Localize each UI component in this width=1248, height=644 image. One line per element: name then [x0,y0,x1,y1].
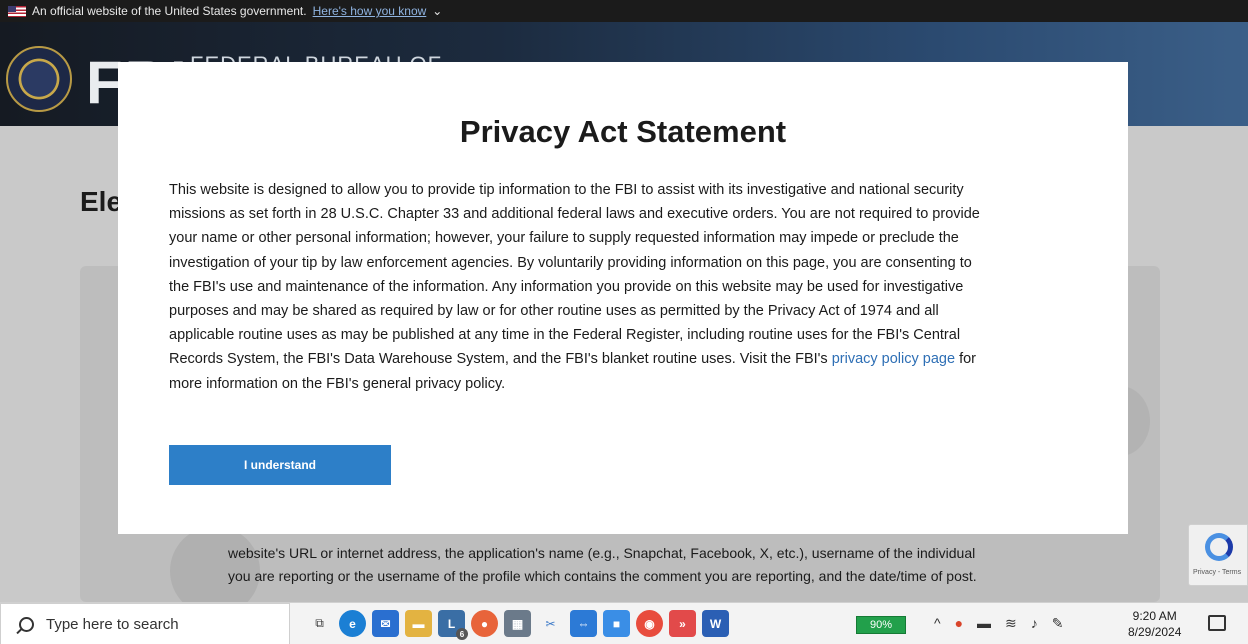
heres-how-you-know-link[interactable]: Here's how you know [313,4,427,18]
statement-line: missions as set forth in 28 U.S.C. Chapt… [169,206,980,223]
statement-line: applicable routine uses as may be publis… [169,327,961,344]
app-red-icon[interactable]: » [669,610,696,637]
task-view-icon[interactable]: ⧉ [306,610,333,637]
fbi-seal-icon[interactable] [6,46,72,112]
tray-app-icon[interactable]: ● [955,615,963,632]
instruction-line: you are reporting or the username of the… [228,568,977,584]
i-understand-button[interactable]: I understand [169,445,391,485]
recaptcha-badge[interactable]: Privacy - Terms [1188,524,1248,586]
modal-title: Privacy Act Statement [459,114,787,149]
statement-line: Records System, the FBI's Data Warehouse… [169,347,1079,371]
us-flag-icon [8,5,26,17]
pen-icon[interactable]: ✎ [1052,615,1064,632]
app-orange-icon[interactable]: ● [471,610,498,637]
page-title: Ele [80,186,123,217]
gov-banner-text: An official website of the United States… [32,4,307,18]
chrome-icon[interactable]: ◉ [636,610,663,637]
windows-taskbar: Type here to search ⧉ e ✉ ▬ L6 ● ▦ ✂ ⇔ ■… [0,602,1248,644]
clock[interactable]: 9:20 AM 8/29/2024 [1128,608,1181,640]
recaptcha-links[interactable]: Privacy - Terms [1193,569,1241,576]
instruction-line: website's URL or internet address, the a… [228,545,976,561]
remote-desktop-icon[interactable]: ⇔ [570,610,597,637]
search-placeholder: Type here to search [46,615,179,633]
recaptcha-icon [1205,533,1233,561]
app-l-icon[interactable]: L6 [438,610,468,640]
snipping-tool-icon[interactable]: ✂ [537,610,564,637]
app-badge: 6 [456,628,468,640]
clock-date: 8/29/2024 [1128,625,1182,639]
taskbar-search[interactable]: Type here to search [0,603,290,644]
privacy-act-modal: Privacy Act Statement This website is de… [118,62,1128,534]
wifi-icon[interactable]: ≋ [1005,615,1017,632]
system-tray: ^ ● ▬ ≋ ♪ ✎ [934,615,1064,632]
taskbar-apps: ⧉ e ✉ ▬ L6 ● ▦ ✂ ⇔ ■ ◉ » W [306,610,729,640]
statement-line: purposes and may be shared as required b… [169,303,939,320]
statement-line: This website is designed to allow you to… [169,182,964,198]
statement-line: more information on the FBI's general pr… [169,375,506,392]
word-icon[interactable]: W [702,610,729,637]
battery-icon[interactable]: ▬ [977,615,991,632]
privacy-policy-link[interactable]: privacy policy page [832,351,955,367]
chevron-up-icon[interactable]: ^ [934,615,941,632]
form-instructions: website's URL or internet address, the a… [228,542,1108,588]
modal-body: This website is designed to allow you to… [169,178,1079,396]
statement-text: for [955,351,976,368]
mail-icon[interactable]: ✉ [372,610,399,637]
zoom-icon[interactable]: ■ [603,610,630,637]
notification-icon[interactable] [1208,615,1226,631]
statement-line: your name or other personal information;… [169,230,959,247]
statement-line: the FBI's use and maintenance of the inf… [169,278,964,295]
file-explorer-icon[interactable]: ▬ [405,610,432,637]
clock-time: 9:20 AM [1132,609,1177,623]
statement-line: investigation of your tip by law enforce… [169,254,972,271]
statement-text: Records System, the FBI's Data Warehouse… [169,351,828,368]
chevron-down-icon[interactable]: ⌄ [432,4,442,18]
battery-indicator[interactable]: 90% [856,616,906,634]
edge-icon[interactable]: e [339,610,366,637]
volume-icon[interactable]: ♪ [1031,615,1038,632]
search-icon [19,616,34,632]
calculator-icon[interactable]: ▦ [504,610,531,637]
gov-banner: An official website of the United States… [0,0,1248,22]
